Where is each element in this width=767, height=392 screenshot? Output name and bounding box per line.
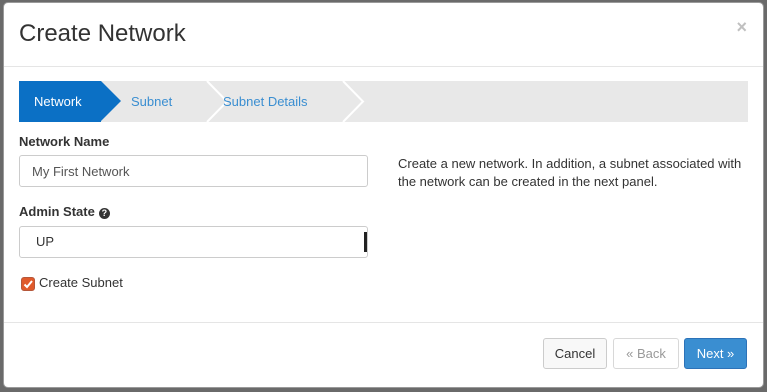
- select-handle-icon: [364, 232, 367, 252]
- wizard-step-subnet[interactable]: Subnet: [131, 81, 172, 122]
- modal-title: Create Network: [19, 20, 186, 47]
- wizard-step-subnet-details[interactable]: Subnet Details: [223, 81, 308, 122]
- network-name-label: Network Name: [19, 134, 110, 149]
- admin-state-select[interactable]: UP: [19, 226, 368, 258]
- create-subnet-label[interactable]: Create Subnet: [39, 275, 123, 290]
- wizard-step-label: Network: [34, 94, 82, 109]
- help-text: Create a new network. In addition, a sub…: [398, 156, 742, 189]
- wizard-steps: Network Subnet Subnet Details: [19, 81, 748, 122]
- close-button[interactable]: ×: [736, 17, 747, 37]
- modal-header: Create Network ×: [4, 3, 763, 67]
- create-network-dialog: Create Network × Network Subnet Subnet D…: [3, 2, 764, 388]
- admin-state-label-row: Admin State?: [19, 204, 110, 219]
- step-separator-icon: [342, 81, 365, 122]
- wizard-step-network[interactable]: Network: [19, 81, 121, 122]
- wizard-step-label: Subnet: [131, 94, 173, 109]
- admin-state-label: Admin State: [19, 204, 95, 219]
- admin-state-value: UP: [36, 234, 55, 249]
- back-button[interactable]: « Back: [613, 338, 679, 369]
- create-subnet-checkbox[interactable]: [21, 277, 35, 291]
- cancel-button[interactable]: Cancel: [543, 338, 607, 369]
- wizard-step-label: Subnet Details: [223, 94, 308, 109]
- network-name-input[interactable]: [19, 155, 368, 187]
- checkmark-icon: [23, 280, 33, 289]
- question-circle-icon[interactable]: ?: [98, 208, 110, 219]
- next-button[interactable]: Next »: [684, 338, 747, 369]
